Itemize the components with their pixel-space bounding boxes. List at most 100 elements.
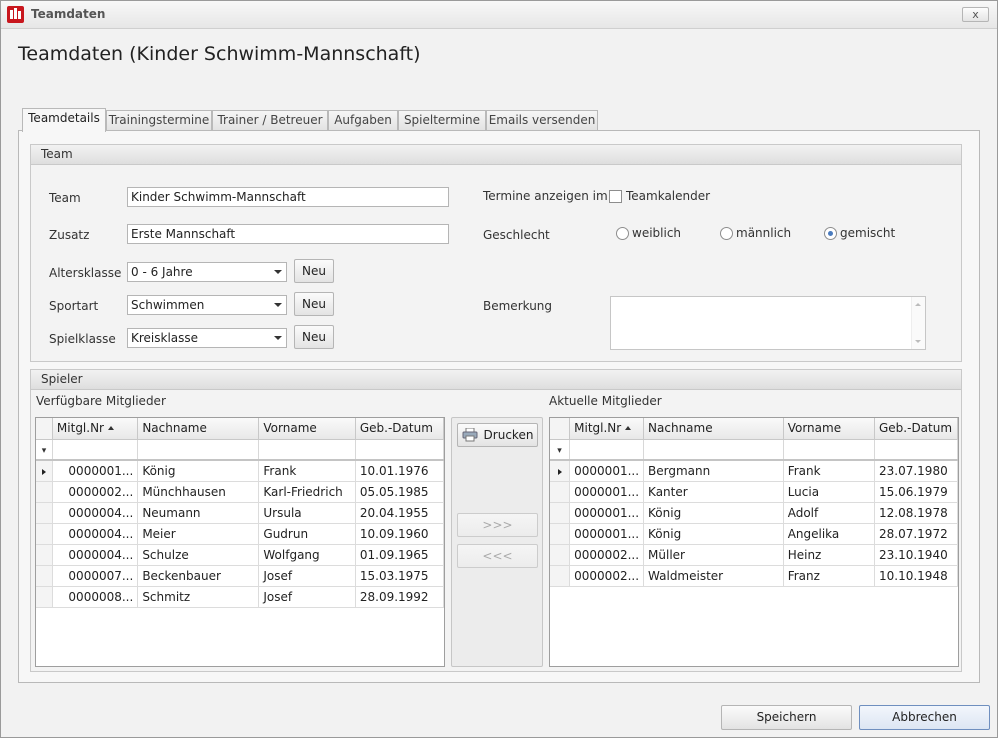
table-cell[interactable]: König [137, 460, 260, 482]
filter-cell[interactable] [874, 439, 958, 461]
table-cell[interactable]: Wolfgang [258, 544, 356, 566]
sportart-select[interactable]: Schwimmen [127, 295, 287, 315]
filter-cell[interactable] [783, 439, 876, 461]
table-cell[interactable]: Neumann [137, 502, 260, 524]
table-cell[interactable]: 0000001... [569, 502, 645, 524]
spielklasse-select[interactable]: Kreisklasse [127, 328, 287, 348]
move-right-button[interactable]: >>> [457, 513, 538, 537]
table-cell[interactable]: 0000004... [52, 544, 139, 566]
table-cell[interactable]: 0000004... [52, 502, 139, 524]
table-cell[interactable]: 0000001... [569, 460, 645, 482]
table-cell[interactable]: Müller [643, 544, 784, 566]
table-cell[interactable]: 01.09.1965 [355, 544, 445, 566]
row-indicator[interactable] [36, 544, 53, 566]
close-icon[interactable]: x [962, 7, 989, 22]
table-cell[interactable]: Waldmeister [643, 565, 784, 587]
row-indicator[interactable] [550, 460, 571, 482]
column-header-nachname[interactable]: Nachname [137, 418, 260, 440]
table-cell[interactable]: Karl-Friedrich [258, 481, 356, 503]
altersklasse-new-button[interactable]: Neu [294, 259, 334, 283]
move-left-button[interactable]: <<< [457, 544, 538, 568]
scroll-down-icon[interactable] [915, 340, 921, 343]
table-cell[interactable]: Bergmann [643, 460, 784, 482]
row-indicator[interactable] [36, 565, 53, 587]
altersklasse-select[interactable]: 0 - 6 Jahre [127, 262, 287, 282]
table-row[interactable]: 0000001... Kanter Lucia 15.06.1979 [550, 481, 958, 503]
spielklasse-new-button[interactable]: Neu [294, 325, 334, 349]
table-cell[interactable]: Franz [783, 565, 876, 587]
filter-cell[interactable] [569, 439, 645, 461]
column-header-mitglnr[interactable]: Mitgl.Nr [569, 418, 645, 440]
table-row[interactable]: 0000007... Beckenbauer Josef 15.03.1975 [36, 565, 445, 587]
column-header-vorname[interactable]: Vorname [783, 418, 876, 440]
tab-spieltermine[interactable]: Spieltermine [398, 110, 486, 131]
filter-cell[interactable] [643, 439, 784, 461]
table-cell[interactable]: Ursula [258, 502, 356, 524]
table-cell[interactable]: Kanter [643, 481, 784, 503]
save-button[interactable]: Speichern [721, 705, 852, 730]
bemerkung-textarea[interactable] [610, 296, 926, 350]
chevron-down-icon[interactable] [274, 336, 282, 340]
table-cell[interactable]: 15.03.1975 [355, 565, 445, 587]
radio-gemischt[interactable] [824, 227, 837, 240]
table-cell[interactable]: 0000002... [569, 565, 645, 587]
table-cell[interactable]: 12.08.1978 [874, 502, 958, 524]
column-header-vorname[interactable]: Vorname [258, 418, 356, 440]
table-cell[interactable]: Gudrun [258, 523, 356, 545]
row-indicator[interactable] [550, 565, 571, 587]
row-indicator[interactable] [36, 502, 53, 524]
table-row[interactable]: 0000001... König Angelika 28.07.1972 [550, 523, 958, 545]
table-cell[interactable]: Angelika [783, 523, 876, 545]
scroll-up-icon[interactable] [915, 303, 921, 306]
team-name-input[interactable]: Kinder Schwimm-Mannschaft [127, 187, 449, 207]
table-row[interactable]: 0000002... Waldmeister Franz 10.10.1948 [550, 565, 958, 587]
table-cell[interactable]: 0000001... [569, 523, 645, 545]
row-indicator[interactable] [36, 481, 53, 503]
row-indicator[interactable] [36, 586, 53, 608]
chevron-down-icon[interactable] [274, 303, 282, 307]
row-indicator[interactable] [550, 544, 571, 566]
filter-row[interactable]: ▾ [36, 439, 445, 461]
row-indicator[interactable] [550, 481, 571, 503]
table-cell[interactable]: 28.07.1972 [874, 523, 958, 545]
tab-teamdetails[interactable]: Teamdetails [22, 108, 106, 132]
table-cell[interactable]: 0000001... [52, 460, 139, 482]
filter-cell[interactable] [258, 439, 356, 461]
filter-row[interactable]: ▾ [550, 439, 958, 461]
table-cell[interactable]: Frank [783, 460, 876, 482]
table-cell[interactable]: Adolf [783, 502, 876, 524]
table-cell[interactable]: 0000002... [569, 544, 645, 566]
table-cell[interactable]: König [643, 523, 784, 545]
table-cell[interactable]: 10.01.1976 [355, 460, 445, 482]
zusatz-input[interactable]: Erste Mannschaft [127, 224, 449, 244]
table-cell[interactable]: 0000008... [52, 586, 139, 608]
radio-weiblich[interactable] [616, 227, 629, 240]
table-cell[interactable]: König [643, 502, 784, 524]
table-row[interactable]: 0000002... Münchhausen Karl-Friedrich 05.05… [36, 481, 445, 503]
row-indicator[interactable] [36, 460, 53, 482]
table-cell[interactable]: 0000002... [52, 481, 139, 503]
teamkalender-checkbox[interactable] [609, 190, 622, 203]
table-cell[interactable]: Münchhausen [137, 481, 260, 503]
column-header-nachname[interactable]: Nachname [643, 418, 784, 440]
table-cell[interactable]: 23.07.1980 [874, 460, 958, 482]
sportart-new-button[interactable]: Neu [294, 292, 334, 316]
table-row[interactable]: 0000001... König Adolf 12.08.1978 [550, 502, 958, 524]
table-cell[interactable]: Josef [258, 565, 356, 587]
tab-aufgaben[interactable]: Aufgaben [328, 110, 398, 131]
table-row[interactable]: 0000004... Neumann Ursula 20.04.1955 [36, 502, 445, 524]
table-cell[interactable]: 23.10.1940 [874, 544, 958, 566]
column-header-mitglnr[interactable]: Mitgl.Nr [52, 418, 139, 440]
table-cell[interactable]: Schmitz [137, 586, 260, 608]
table-cell[interactable]: 0000001... [569, 481, 645, 503]
current-members-grid[interactable]: Mitgl.Nr Nachname Vorname Geb.-Datum ▾ 0… [549, 417, 959, 667]
table-row[interactable]: 0000008... Schmitz Josef 28.09.1992 [36, 586, 445, 608]
table-cell[interactable]: 10.09.1960 [355, 523, 445, 545]
table-cell[interactable]: 05.05.1985 [355, 481, 445, 503]
table-cell[interactable]: Lucia [783, 481, 876, 503]
table-cell[interactable]: Josef [258, 586, 356, 608]
chevron-down-icon[interactable] [274, 270, 282, 274]
row-indicator[interactable] [550, 502, 571, 524]
column-header-gebdatum[interactable]: Geb.-Datum [874, 418, 958, 440]
row-indicator[interactable] [550, 523, 571, 545]
